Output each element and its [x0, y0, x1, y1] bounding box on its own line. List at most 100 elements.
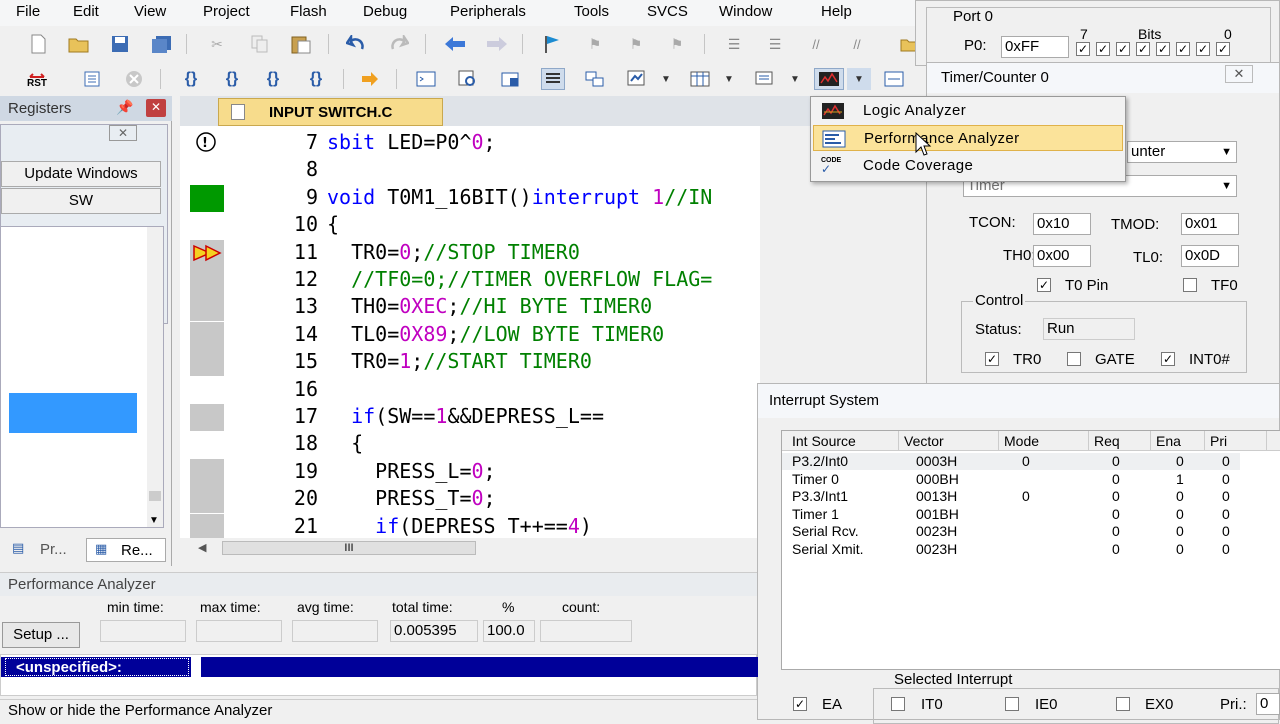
code-line[interactable]: 17 if(SW==1&&DEPRESS_L==	[180, 404, 760, 431]
tab-registers[interactable]: ▦ Re...	[86, 538, 166, 562]
symbols-window-icon[interactable]	[499, 68, 523, 90]
menu-tools[interactable]: Tools	[574, 3, 609, 20]
run-icon[interactable]	[81, 68, 105, 90]
serial-window-icon[interactable]	[754, 68, 778, 90]
menu-window[interactable]: Window	[719, 3, 772, 20]
menu-item-logic-analyzer[interactable]: Logic Analyzer	[813, 98, 1123, 124]
setup-button[interactable]: Setup ...	[2, 622, 80, 648]
step-into-icon[interactable]: {}	[179, 68, 203, 90]
column-divider[interactable]	[998, 431, 999, 451]
table-row[interactable]: P3.2/Int0 0003H 0 0 0 0	[782, 453, 1240, 470]
menu-svcs[interactable]: SVCS	[647, 3, 688, 20]
bookmark-flag-icon[interactable]	[540, 33, 564, 55]
stop-icon[interactable]	[122, 68, 146, 90]
column-divider[interactable]	[1150, 431, 1151, 451]
step-over-icon[interactable]: {}	[220, 68, 244, 90]
ea-checkbox[interactable]: ✓	[793, 697, 807, 711]
close-icon[interactable]: ✕	[109, 125, 137, 141]
t0pin-checkbox[interactable]: ✓	[1037, 278, 1051, 292]
code-line[interactable]: 15 TR0=1;//START TIMER0	[180, 349, 760, 376]
unindent-icon[interactable]: ☰	[763, 33, 787, 55]
navigate-forward-icon[interactable]	[485, 33, 509, 55]
gate-checkbox[interactable]	[1067, 352, 1081, 366]
indent-icon[interactable]: ☰	[722, 33, 746, 55]
chevron-left-icon[interactable]: ◀	[198, 541, 206, 554]
watch-window-icon[interactable]	[625, 68, 649, 90]
tab-project[interactable]: ▤ Pr...	[4, 538, 84, 562]
uncomment-icon[interactable]: //	[845, 33, 869, 55]
memory-window-icon[interactable]	[688, 68, 712, 90]
copy-icon[interactable]	[248, 33, 272, 55]
perf-selected-row[interactable]: <unspecified>:	[1, 657, 758, 677]
next-bookmark-icon[interactable]: ⚑	[624, 33, 648, 55]
menu-peripherals[interactable]: Peripherals	[450, 3, 526, 20]
update-windows-button[interactable]: Update Windows	[1, 161, 161, 187]
undo-icon[interactable]	[344, 33, 368, 55]
code-line[interactable]: 12 //TF0=0;//TIMER OVERFLOW FLAG=	[180, 267, 760, 294]
tcon-field[interactable]: 0x10	[1033, 213, 1091, 235]
tmod-field[interactable]: 0x01	[1181, 213, 1239, 235]
show-next-statement-icon[interactable]	[358, 68, 382, 90]
interrupt-list[interactable]: Int Source Vector Mode Req Ena Pri P3.2/Int0 0…	[781, 430, 1280, 670]
pri-field[interactable]: 0	[1256, 693, 1280, 715]
run-to-cursor-icon[interactable]: {}	[304, 68, 328, 90]
chevron-down-icon[interactable]: ▼	[654, 68, 678, 90]
port-bit-checkbox[interactable]: ✓	[1116, 42, 1130, 56]
column-divider[interactable]	[1266, 431, 1267, 451]
save-icon[interactable]	[108, 33, 132, 55]
column-header[interactable]: Int Source	[792, 433, 856, 449]
p0-value-field[interactable]: 0xFF	[1001, 36, 1069, 58]
disassembly-window-icon[interactable]	[456, 68, 480, 90]
timer-mode-select[interactable]: unter ▼	[1127, 141, 1237, 163]
chevron-down-icon[interactable]: ▼	[149, 515, 159, 526]
column-header[interactable]: Vector	[904, 433, 944, 449]
menu-file[interactable]: File	[16, 3, 40, 20]
scrollbar-thumb[interactable]: III	[222, 541, 476, 555]
perf-results-list[interactable]: <unspecified>:	[0, 654, 758, 696]
port-bit-checkbox[interactable]: ✓	[1176, 42, 1190, 56]
column-divider[interactable]	[898, 431, 899, 451]
close-icon[interactable]: ✕	[146, 99, 166, 117]
registers-scrollbar[interactable]: ▼	[147, 227, 163, 527]
column-header[interactable]: Ena	[1156, 433, 1181, 449]
close-icon[interactable]: ✕	[1225, 65, 1253, 83]
cut-icon[interactable]: ✂	[205, 33, 229, 55]
command-window-icon[interactable]	[414, 68, 438, 90]
code-line[interactable]: 8	[180, 157, 760, 184]
column-header[interactable]: Req	[1094, 433, 1120, 449]
comment-icon[interactable]: //	[804, 33, 828, 55]
save-all-icon[interactable]	[150, 33, 174, 55]
code-line[interactable]: 13 TH0=0XEC;//HI BYTE TIMER0	[180, 294, 760, 321]
pin-icon[interactable]: 📌	[116, 99, 133, 116]
code-line[interactable]: 10 {	[180, 212, 760, 239]
table-row[interactable]: Serial Xmit. 0023H 0 0 0	[782, 541, 1240, 558]
selected-register-row[interactable]	[9, 393, 137, 433]
redo-icon[interactable]	[387, 33, 411, 55]
table-row[interactable]: Timer 1 001BH 0 0 0	[782, 506, 1240, 523]
port-bit-checkbox[interactable]: ✓	[1216, 42, 1230, 56]
column-divider[interactable]	[1088, 431, 1089, 451]
menu-item-code-coverage[interactable]: CODE ✓ Code Coverage	[813, 153, 1123, 179]
code-line[interactable]: 11 TR0=0;//STOP TIMER0	[180, 240, 760, 267]
menu-debug[interactable]: Debug	[363, 3, 407, 20]
it0-checkbox[interactable]	[891, 697, 905, 711]
registers-window-icon[interactable]	[541, 68, 565, 90]
clear-bookmarks-icon[interactable]: ⚑	[665, 33, 689, 55]
new-file-icon[interactable]	[26, 33, 50, 55]
code-line[interactable]: 18 {	[180, 431, 760, 458]
table-row[interactable]: Timer 0 000BH 0 1 0	[782, 471, 1240, 488]
column-divider[interactable]	[1204, 431, 1205, 451]
scrollbar-thumb[interactable]	[149, 491, 161, 501]
port-bit-checkbox[interactable]: ✓	[1076, 42, 1090, 56]
table-row[interactable]: Serial Rcv. 0023H 0 0 0	[782, 523, 1240, 540]
code-line[interactable]: 9 void T0M1_16BIT()interrupt 1//IN	[180, 185, 760, 212]
code-line[interactable]: 16	[180, 377, 760, 404]
chevron-down-icon[interactable]: ▼	[783, 68, 807, 90]
tl0-field[interactable]: 0x0D	[1181, 245, 1239, 267]
int0-checkbox[interactable]: ✓	[1161, 352, 1175, 366]
code-line[interactable]: 20 PRESS_T=0;	[180, 486, 760, 513]
th0-field[interactable]: 0x00	[1033, 245, 1091, 267]
paste-icon[interactable]	[289, 33, 313, 55]
reset-cpu-button[interactable]: RST	[22, 68, 52, 90]
code-line[interactable]: 21 if(DEPRESS T++==4)	[180, 514, 760, 538]
